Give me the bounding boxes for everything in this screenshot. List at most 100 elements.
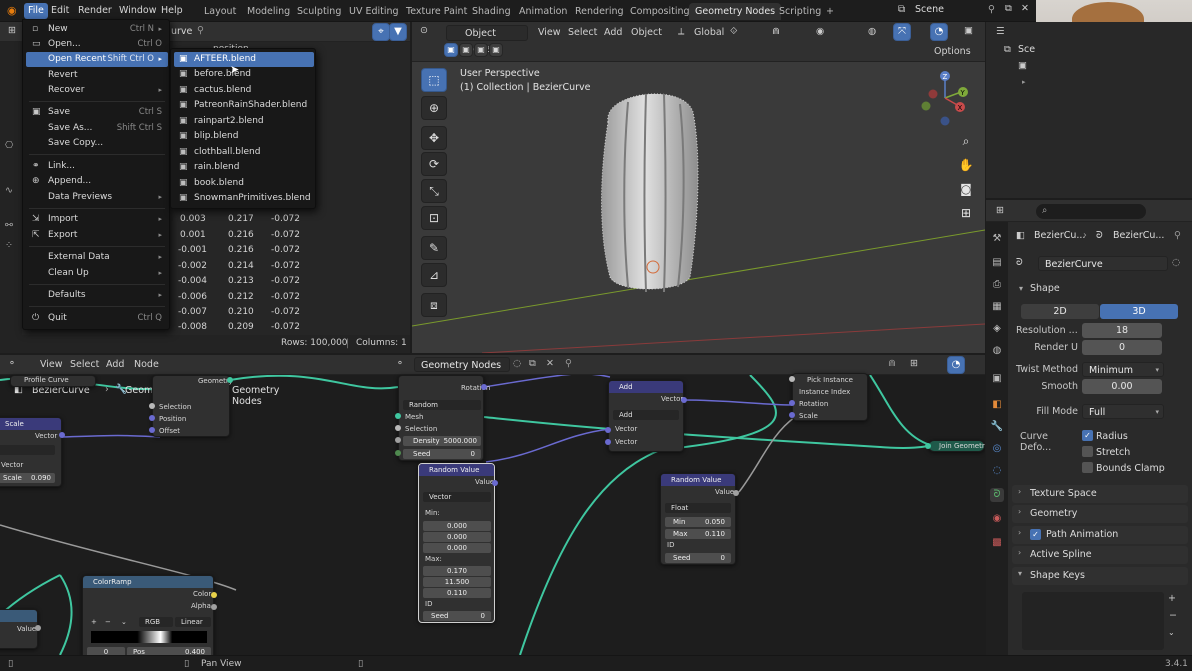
close-icon[interactable]: ✕ [546,358,554,369]
seed-field[interactable]: Seed 0 [423,611,491,621]
menu-item-save-copy[interactable]: Save Copy... [26,136,168,151]
node-color-ramp[interactable]: ColorRamp Color Alpha + − ⌄ RGB Linear 0… [82,575,214,655]
material-tab-icon[interactable]: ◉ [990,512,1004,526]
tab-texture-paint[interactable]: Texture Paint [400,3,473,20]
socket-value-out[interactable] [35,625,41,631]
shape-keys-list[interactable] [1022,592,1164,650]
view-layer-tab-icon[interactable]: ▦ [990,300,1004,314]
hand-pan-icon[interactable]: ✋ [955,154,977,176]
radius-checkbox[interactable]: ✓ [1082,430,1093,441]
recent-file-item[interactable]: ▣ rain.blend [174,160,314,175]
filter-icon[interactable]: ⌖ [372,23,390,41]
pin-icon[interactable]: ⚲ [197,25,204,36]
shape-key-menu-icon[interactable]: ⌄ [1168,628,1175,637]
render-u-field[interactable]: 0 [1082,340,1162,355]
node-value[interactable]: Value [0,609,38,649]
select-subtract-icon[interactable]: ▣ [474,43,488,57]
zoom-icon[interactable]: ⌕ [955,130,977,152]
object-tab-icon[interactable]: ◧ [990,398,1004,412]
ne-menu-select[interactable]: Select [66,357,103,373]
menu-edit[interactable]: Edit [47,3,73,19]
ne-menu-add[interactable]: Add [102,357,128,373]
measure-tool-icon[interactable]: ⊿ [421,263,447,287]
orientation-dropdown[interactable]: Global [690,25,728,41]
outliner-scene-name[interactable]: Sce [1018,44,1035,55]
menu-item-data-previews[interactable]: Data Previews ▸ [26,190,168,205]
tab-rendering[interactable]: Rendering [569,3,630,20]
path-animation-checkbox[interactable]: ✓ [1030,529,1041,540]
min-field[interactable]: Min 0.050 [665,517,731,527]
properties-search[interactable]: ⌕ [1036,204,1146,219]
pin-icon[interactable]: ⚲ [988,4,995,15]
recent-file-item[interactable]: ▣ AFTEER.blend [174,52,314,67]
socket-vector-out[interactable] [681,397,687,403]
menu-item-link[interactable]: ⚭ Link... [26,159,168,174]
snap-icon[interactable]: ⋒ [888,358,896,369]
texture-tab-icon[interactable]: ▩ [990,536,1004,550]
socket-instance-in[interactable] [789,376,795,382]
instances-icon[interactable]: ⚯ [5,220,13,231]
data-tab-icon[interactable]: ᘐ [990,488,1004,502]
smooth-field[interactable]: 0.00 [1082,379,1162,394]
pivot-icon[interactable]: ⟐ [730,26,738,37]
curve-icon[interactable]: ∿ [5,185,13,196]
remove-stop-icon[interactable]: − [105,618,111,626]
physics-tab-icon[interactable]: ◌ [990,464,1004,478]
mesh-icon[interactable]: ⎔ [5,140,13,151]
select-new-icon[interactable]: ▣ [444,43,458,57]
blender-logo-icon[interactable]: ◉ [7,4,17,17]
menu-item-append[interactable]: ⊕ Append... [26,174,168,189]
recent-file-item[interactable]: ▣ rainpart2.blend [174,114,314,129]
new-scene-icon[interactable]: ⧉ [1005,3,1012,14]
pointcloud-icon[interactable]: ⁘ [5,240,13,251]
socket-offset-in[interactable] [149,427,155,433]
socket-join-in[interactable] [925,443,931,449]
node-instance-on-points[interactable]: Pick Instance Instance Index Rotation Sc… [792,373,868,421]
fill-mode-dropdown[interactable]: Full ▾ [1082,404,1164,419]
transform-tool-icon[interactable]: ⊡ [421,206,447,230]
recent-file-item[interactable]: ▣ PatreonRainShader.blend [174,98,314,113]
menu-item-clean-up[interactable]: Clean Up ▸ [26,266,168,281]
menu-select[interactable]: Select [564,25,601,41]
properties-editor-icon[interactable]: ⊞ [996,205,1004,216]
max-z-field[interactable]: 0.110 [423,588,491,598]
socket-position-in[interactable] [149,415,155,421]
seed-field[interactable]: Seed 0 [665,553,731,563]
output-tab-icon[interactable]: ⎙ [990,278,1004,292]
distribute-method-dropdown[interactable]: Random [403,400,481,410]
duplicate-icon[interactable]: ⧉ [529,358,536,369]
recent-file-item[interactable]: ▣ before.blend [174,67,314,82]
socket-vector-in[interactable] [605,439,611,445]
seed-field[interactable]: Seed 0 [403,449,481,459]
navigation-gizmo[interactable]: Z Y X [917,68,973,128]
socket-value-out[interactable] [492,480,498,486]
overlay-icon[interactable]: ◔ [947,356,965,374]
socket-geometry-out[interactable] [227,377,233,383]
node-editor-type-icon[interactable]: ⚬ [8,358,16,369]
select-box-tool-icon[interactable]: ⬚ [421,68,447,92]
add-operation-dropdown[interactable]: Add [613,410,679,420]
overlay-icon[interactable]: ◔ [930,23,948,41]
socket-selection-in[interactable] [149,403,155,409]
scale-tool-icon[interactable]: ⤡ [421,179,447,203]
node-vector-add[interactable]: Add Vector Add Vector Vector [608,380,684,452]
panel-geometry[interactable]: › Geometry [1012,505,1188,523]
max-field[interactable]: Max 0.110 [665,529,731,539]
menu-item-quit[interactable]: ⏻ Quit Ctrl Q [26,311,168,326]
min-y-field[interactable]: 0.000 [423,532,491,542]
tab-compositing[interactable]: Compositing [624,3,696,20]
render-tab-icon[interactable]: ▤ [990,256,1004,270]
recent-file-item[interactable]: ▣ cactus.blend [174,83,314,98]
density-field[interactable]: Density 5000.000 [403,436,481,446]
scale-value-field[interactable]: Scale 0.090 [0,473,55,483]
tab-uv-editing[interactable]: UV Editing [343,3,405,20]
scene-icon[interactable]: ⧉ [898,4,905,15]
funnel-icon[interactable]: ▼ [389,23,407,41]
node-set-position[interactable]: Geometry Selection Position Offset [152,375,233,437]
annotate-tool-icon[interactable]: ✎ [421,236,447,260]
stop-pos-field[interactable]: Pos 0.400 [127,647,211,655]
add-stop-icon[interactable]: + [91,618,97,626]
tab-geometry-nodes[interactable]: Geometry Nodes [689,3,782,20]
menu-item-revert[interactable]: Revert [26,68,168,83]
socket-density-in[interactable] [395,437,401,443]
